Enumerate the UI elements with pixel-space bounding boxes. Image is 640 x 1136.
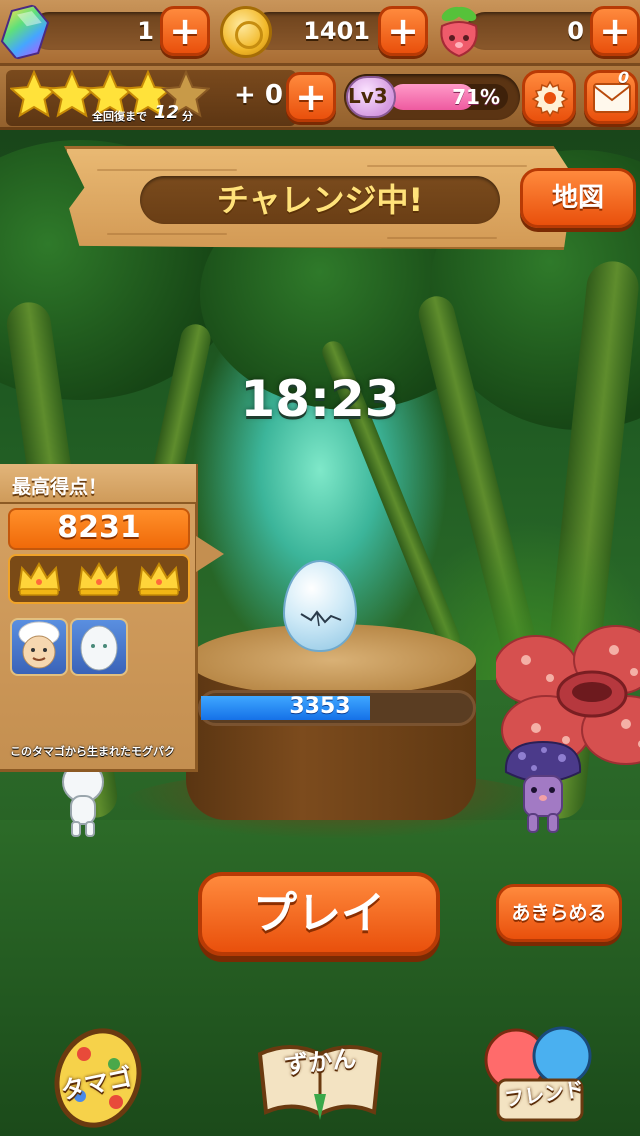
gear-icon <box>531 80 569 117</box>
recover-unit: 分 <box>182 110 193 123</box>
coin-count: 1401 <box>303 17 370 45</box>
high-score-title: 最高得点！ <box>12 476 108 498</box>
buy-coins-button[interactable]: + <box>378 6 428 56</box>
born-character-card-chef[interactable] <box>10 618 68 676</box>
crown-icon <box>77 561 121 596</box>
born-caption: このタマゴから生まれたモグパク <box>10 745 175 758</box>
nav-egg-button[interactable]: タマゴ <box>50 1024 146 1128</box>
gold-coin-icon <box>220 6 272 58</box>
white-mogupaku-character[interactable] <box>58 760 108 840</box>
challenge-title: チャレンジ中! <box>216 181 424 219</box>
give-up-button[interactable]: あきらめる <box>496 884 622 942</box>
buy-berries-button[interactable]: + <box>590 6 640 56</box>
mail-unread-badge: 0 <box>618 68 630 87</box>
crown-icon <box>137 561 181 596</box>
egg-crack-icon <box>300 610 342 627</box>
level-percent: 71% <box>452 85 500 109</box>
hatch-timer: 18:23 <box>240 370 400 428</box>
nav-zukan-label: ずかん <box>282 1044 358 1080</box>
stamina-bonus: + 0 <box>234 80 283 110</box>
recover-label: 全回復まで <box>92 110 147 123</box>
settings-button[interactable] <box>522 70 576 124</box>
friends-icon <box>484 1026 592 1122</box>
panel-pointer <box>196 536 224 572</box>
buy-gems-button[interactable]: + <box>160 6 210 56</box>
purple-mushroom-character[interactable] <box>500 738 586 838</box>
egg-hp-value: 3353 <box>289 694 351 719</box>
play-button[interactable]: プレイ <box>198 872 440 956</box>
nav-zukan-button[interactable]: ずかん <box>254 1024 386 1124</box>
crown-icon <box>17 561 61 596</box>
high-score-value: 8231 <box>57 510 141 545</box>
nav-friend-button[interactable]: フレンド <box>474 1024 602 1124</box>
berry-icon <box>440 6 478 58</box>
buy-stamina-button[interactable]: + <box>286 72 336 122</box>
map-button[interactable]: 地図 <box>520 168 636 228</box>
berry-count: 0 <box>567 17 584 45</box>
chef-character-icon <box>18 621 60 669</box>
level-label: Lv3 <box>348 84 388 108</box>
gem-count: 1 <box>137 17 154 45</box>
star-filled-icon <box>10 70 60 118</box>
star-filled-icon <box>46 70 98 118</box>
born-character-card-white[interactable] <box>70 618 128 676</box>
recover-minutes: 12 <box>154 102 180 123</box>
white-character-icon <box>80 625 118 671</box>
